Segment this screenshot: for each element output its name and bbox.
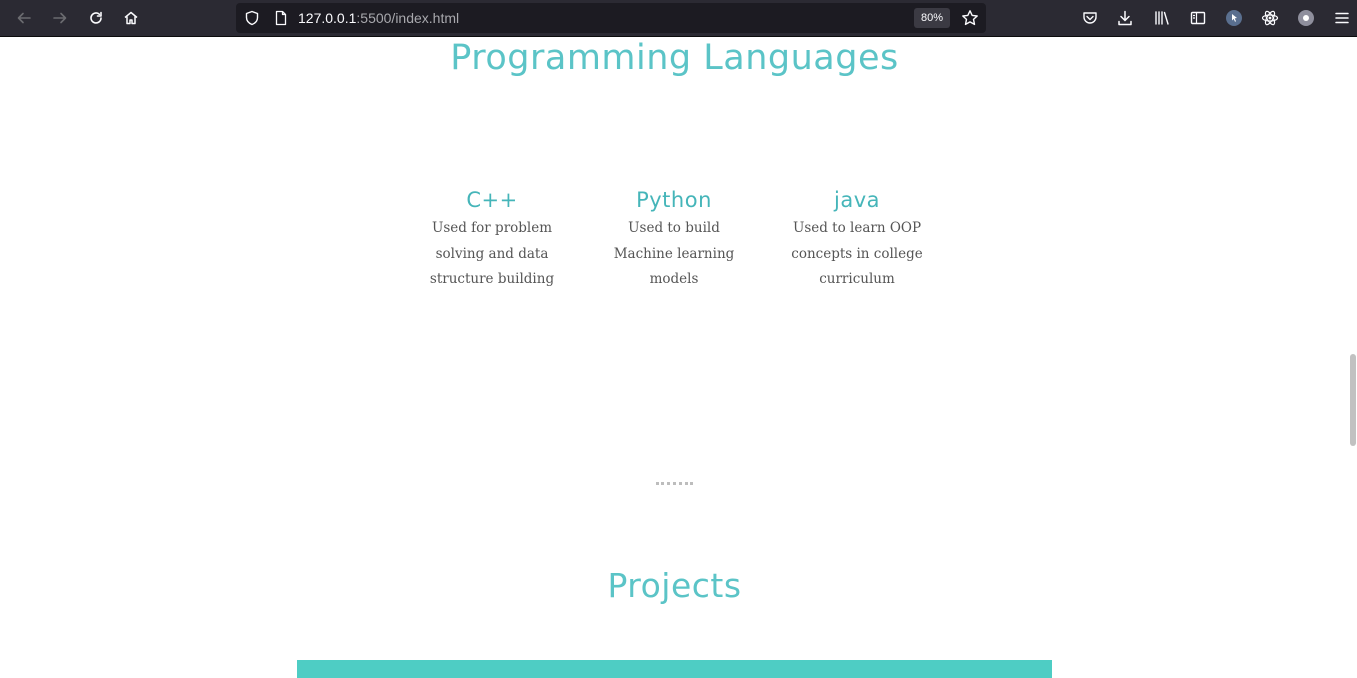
language-description: Used to build Machine learning models	[613, 220, 735, 287]
language-card-java: java Used to learn OOP concepts in colle…	[782, 185, 932, 293]
page-icon[interactable]	[268, 5, 294, 31]
menu-icon[interactable]	[1329, 5, 1355, 31]
language-name: java	[834, 188, 880, 212]
language-name: Python	[636, 188, 712, 212]
url-text[interactable]: 127.0.0.1:5500/index.html	[298, 10, 459, 26]
language-card-python: Python Used to build Machine learning mo…	[599, 185, 749, 293]
pocket-icon[interactable]	[1077, 5, 1103, 31]
react-devtools-icon[interactable]	[1257, 5, 1283, 31]
zoom-badge[interactable]: 80%	[914, 8, 950, 28]
language-description: Used for problem solving and data struct…	[429, 220, 555, 287]
extension-icon[interactable]	[1221, 5, 1247, 31]
language-name: C++	[466, 188, 518, 212]
language-description: Used to learn OOP concepts in college cu…	[791, 220, 923, 287]
language-card-cpp: C++ Used for problem solving and data st…	[417, 185, 567, 293]
scrollbar-thumb[interactable]	[1350, 354, 1356, 446]
back-icon[interactable]	[11, 5, 37, 31]
forward-icon[interactable]	[47, 5, 73, 31]
section-title-languages: Programming Languages	[450, 38, 899, 78]
sidebar-icon[interactable]	[1185, 5, 1211, 31]
url-bar[interactable]: 127.0.0.1:5500/index.html 80%	[236, 3, 986, 33]
url-path: :5500/index.html	[356, 10, 460, 26]
library-icon[interactable]	[1149, 5, 1175, 31]
download-icon[interactable]	[1112, 5, 1138, 31]
page-content: Programming Languages C++ Used for probl…	[0, 38, 1349, 678]
account-icon[interactable]	[1293, 5, 1319, 31]
section-divider	[656, 482, 693, 485]
browser-toolbar: 127.0.0.1:5500/index.html 80%	[0, 0, 1357, 37]
shield-icon[interactable]	[239, 5, 265, 31]
reload-icon[interactable]	[83, 5, 109, 31]
section-title-projects: Projects	[607, 566, 742, 605]
project-card-header	[297, 660, 1052, 678]
url-host: 127.0.0.1	[298, 10, 357, 26]
home-icon[interactable]	[118, 5, 144, 31]
bookmark-star-icon[interactable]	[957, 5, 983, 31]
